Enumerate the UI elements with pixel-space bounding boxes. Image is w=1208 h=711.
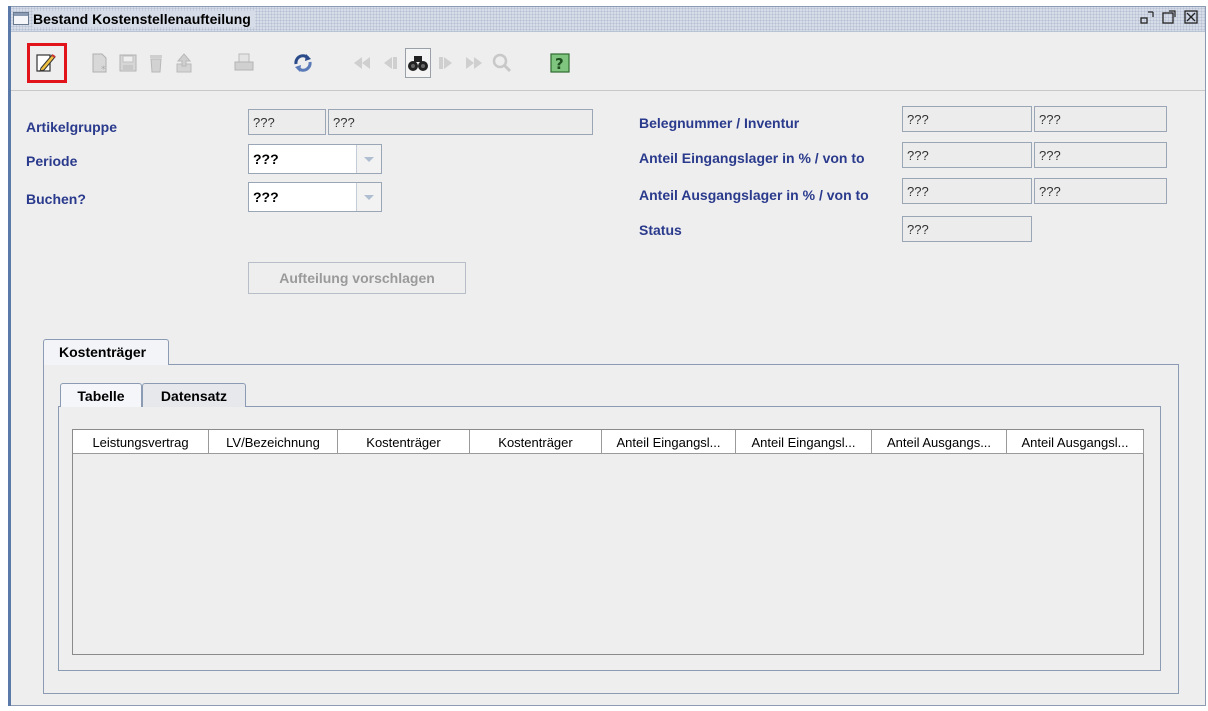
buchen-label: Buchen? <box>26 191 86 207</box>
refresh-icon <box>294 54 312 72</box>
edit-button-highlight <box>27 43 67 83</box>
print-icon <box>234 53 254 71</box>
title-bar[interactable]: Bestand Kostenstellenaufteilung <box>9 7 1205 32</box>
tab-tabelle-label: Tabelle <box>77 388 125 404</box>
column-header-anteil-eingangslager-1[interactable]: Anteil Eingangsl... <box>602 430 736 454</box>
save-button[interactable] <box>115 48 141 78</box>
window-left-edge <box>8 6 11 706</box>
delete-button[interactable] <box>143 48 169 78</box>
artikelgruppe-code-field[interactable]: ??? <box>248 109 326 135</box>
anteil-eingangslager-label: Anteil Eingangslager in % / von to <box>639 150 865 166</box>
last-record-button[interactable] <box>461 48 487 78</box>
chevron-down-icon[interactable] <box>356 183 381 211</box>
maximize-icon[interactable] <box>1160 9 1178 27</box>
delete-icon <box>150 55 162 73</box>
next-record-button[interactable] <box>433 48 459 78</box>
binoculars-search-icon <box>408 56 428 71</box>
export-button[interactable] <box>171 48 197 78</box>
status-field: ??? <box>902 216 1032 242</box>
new-record-icon: * <box>92 53 107 74</box>
tab-datensatz[interactable]: Datensatz <box>142 383 246 407</box>
belegnummer-field[interactable]: ??? <box>902 106 1032 132</box>
anteil-ausgangslager-label: Anteil Ausgangslager in % / von to <box>639 187 869 203</box>
kostentraeger-table[interactable]: Leistungsvertrag LV/Bezeichnung Kostentr… <box>72 429 1144 655</box>
periode-select[interactable]: ??? <box>248 144 382 174</box>
window-title: Bestand Kostenstellenaufteilung <box>33 11 255 27</box>
last-record-icon <box>466 57 482 69</box>
internal-frame-window: Bestand Kostenstellenaufteilung * ? Arti… <box>8 6 1206 706</box>
anteil-ausgangslager-percent-field[interactable]: ??? <box>902 178 1032 204</box>
artikelgruppe-name-field[interactable]: ??? <box>328 109 593 135</box>
new-record-button[interactable]: * <box>87 48 113 78</box>
periode-label: Periode <box>26 153 78 169</box>
save-icon <box>119 54 137 72</box>
anteil-ausgangslager-vonto-field[interactable]: ??? <box>1034 178 1167 204</box>
tab-tabelle[interactable]: Tabelle <box>60 383 142 407</box>
magnifier-icon <box>492 53 512 73</box>
previous-record-button[interactable] <box>377 48 403 78</box>
help-button[interactable]: ? <box>547 48 573 78</box>
first-record-icon <box>354 57 370 69</box>
magnifier-button[interactable] <box>489 48 515 78</box>
column-header-kostentraeger-2[interactable]: Kostenträger <box>470 430 602 454</box>
help-icon: ? <box>550 53 570 73</box>
buchen-value: ??? <box>253 189 279 205</box>
column-header-anteil-ausgangslager-1[interactable]: Anteil Ausgangs... <box>872 430 1007 454</box>
column-header-lv-bezeichnung[interactable]: LV/Bezeichnung <box>209 430 338 454</box>
belegnummer-label: Belegnummer / Inventur <box>639 115 800 131</box>
column-header-leistungsvertrag[interactable]: Leistungsvertrag <box>73 430 209 454</box>
column-header-kostentraeger-1[interactable]: Kostenträger <box>338 430 470 454</box>
search-button[interactable] <box>405 48 431 78</box>
anteil-eingangslager-vonto-field[interactable]: ??? <box>1034 142 1167 168</box>
column-header-anteil-ausgangslager-2[interactable]: Anteil Ausgangsl... <box>1007 430 1144 454</box>
artikelgruppe-label: Artikelgruppe <box>26 119 118 135</box>
tab-datensatz-label: Datensatz <box>160 388 228 404</box>
column-header-anteil-eingangslager-2[interactable]: Anteil Eingangsl... <box>736 430 872 454</box>
svg-text:?: ? <box>555 55 564 73</box>
buchen-select[interactable]: ??? <box>248 182 382 212</box>
svg-text:*: * <box>101 65 106 74</box>
status-label: Status <box>639 222 682 238</box>
export-icon <box>176 53 192 73</box>
print-button[interactable] <box>231 48 257 78</box>
chevron-down-icon[interactable] <box>356 145 381 173</box>
close-icon[interactable] <box>1182 9 1200 27</box>
tab-kostentraeger[interactable]: Kostenträger <box>43 339 169 365</box>
toolbar: * ? <box>9 32 1205 91</box>
table-header: Leistungsvertrag LV/Bezeichnung Kostentr… <box>73 430 1144 454</box>
tab-kostentraeger-label: Kostenträger <box>59 344 147 360</box>
periode-value: ??? <box>253 151 279 167</box>
next-record-icon <box>439 57 452 69</box>
window-icon <box>13 12 29 25</box>
aufteilung-vorschlagen-button[interactable]: Aufteilung vorschlagen <box>248 262 466 294</box>
previous-record-icon <box>384 57 397 69</box>
minimize-icon[interactable] <box>1138 9 1156 27</box>
anteil-eingangslager-percent-field[interactable]: ??? <box>902 142 1032 168</box>
first-record-button[interactable] <box>349 48 375 78</box>
inventur-field[interactable]: ??? <box>1034 106 1167 132</box>
refresh-button[interactable] <box>290 48 316 78</box>
